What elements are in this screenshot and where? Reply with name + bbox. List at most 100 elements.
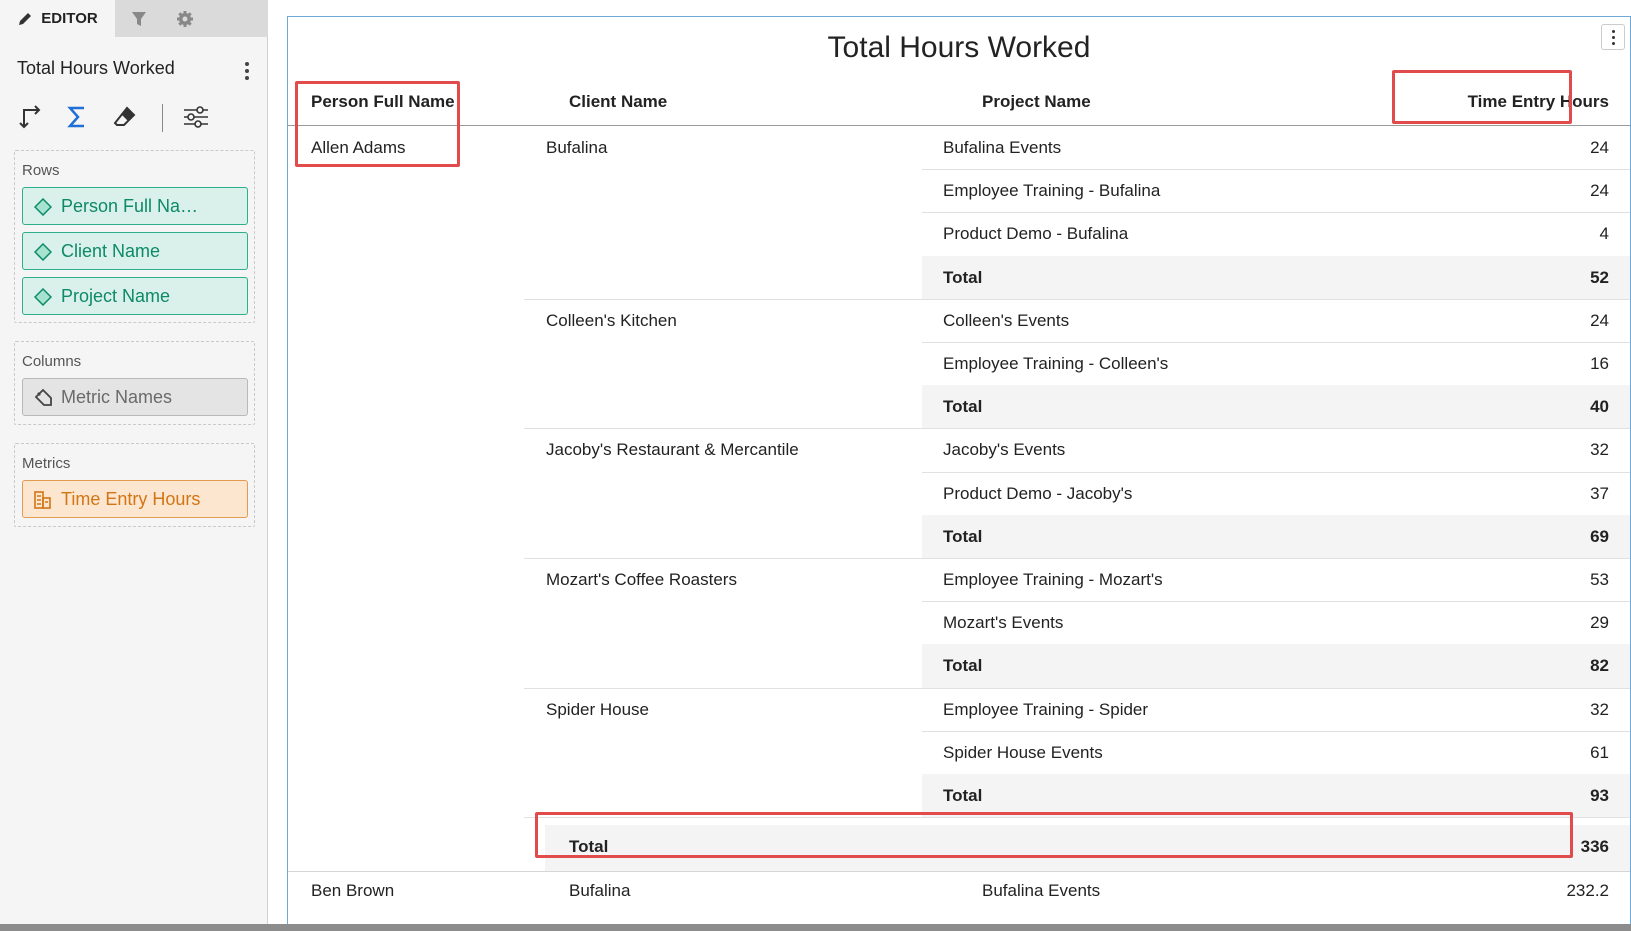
header-project-name[interactable]: Project Name [982,92,1091,112]
row-divider [922,169,1630,171]
editor-tabbar: EDITOR [0,0,268,37]
report-title: Total Hours Worked [827,31,1091,64]
row-pill-project-name[interactable]: Project Name [22,277,248,315]
tag-icon [33,388,53,408]
person-total-label: Total [569,837,609,856]
toolbar-divider [162,104,163,132]
sliders-icon[interactable] [180,100,212,134]
cell-client[interactable]: Jacoby's Restaurant & Mercantile [546,440,799,460]
row-divider [922,342,1630,343]
person-divider [288,871,1630,872]
subtotal-value: 93 [1590,786,1609,805]
cell-project[interactable]: Bufalina Events [943,138,1061,158]
cell-project[interactable]: Product Demo - Bufalina [943,224,1128,244]
row-pill-client-name[interactable]: Client Name [22,232,248,270]
filter-icon [130,10,148,28]
pill-label: Project Name [61,285,171,306]
sum-icon[interactable] [61,100,93,134]
editor-panel: EDITOR Total Hours Worked Rows Person Fu… [0,0,268,931]
cell-project[interactable]: Employee Training - Bufalina [943,181,1160,201]
pill-label: Person Full Na… [61,195,199,216]
cell-client[interactable]: Mozart's Coffee Roasters [546,570,737,590]
subtotal-value: 52 [1590,267,1609,287]
row-divider [922,212,1630,214]
person-total-value: 336 [1580,837,1609,856]
rows-label: Rows [22,162,60,179]
cell-project[interactable]: Jacoby's Events [943,440,1065,460]
header-divider [288,125,1630,126]
row-divider [922,601,1630,603]
cell-project[interactable]: Spider House Events [943,743,1103,763]
cell-hours[interactable]: 32 [1409,440,1609,460]
visualization-title[interactable]: Total Hours Worked [17,58,175,79]
subtotal-value: 40 [1590,397,1609,417]
report-canvas[interactable]: Total Hours Worked Person Full Name Clie… [287,16,1631,926]
column-pill-metric-names[interactable]: Metric Names [22,378,248,416]
header-client-name[interactable]: Client Name [569,92,667,112]
header-time-entry-hours[interactable]: Time Entry Hours [1409,92,1609,112]
rows-drop-zone[interactable]: Rows Person Full Na… Client Name Project… [14,150,255,323]
cell-hours[interactable]: 16 [1409,354,1609,374]
cell-hours[interactable]: 53 [1409,570,1609,590]
subtotal-label: Total [943,267,983,287]
bottom-edge [0,924,1631,931]
cell-hours[interactable]: 24 [1409,311,1609,331]
subtotal-label: Total [943,786,983,805]
cell-hours[interactable]: 4 [1409,224,1609,244]
cell-hours[interactable]: 24 [1409,181,1609,201]
editor-menu-icon[interactable] [240,60,254,82]
diamond-icon [33,242,53,262]
subtotal-label: Total [943,526,983,546]
cell-client-next[interactable]: Bufalina [569,881,630,901]
cell-project-next[interactable]: Bufalina Events [982,881,1100,901]
tab-editor-label: EDITOR [41,10,98,27]
pill-label: Client Name [61,240,161,261]
gear-icon [176,10,194,28]
cell-person[interactable]: Allen Adams [311,138,406,158]
cell-client[interactable]: Spider House [546,700,649,720]
row-divider [524,298,1630,300]
row-pill-person-full-name[interactable]: Person Full Na… [22,187,248,225]
metric-icon [33,490,53,510]
tab-filters[interactable] [117,0,161,37]
tab-settings[interactable] [163,0,207,37]
cell-hours[interactable]: 32 [1409,700,1609,720]
columns-label: Columns [22,353,82,370]
cell-person-next[interactable]: Ben Brown [311,881,394,901]
cell-project[interactable]: Employee Training - Colleen's [943,354,1168,374]
cell-project[interactable]: Employee Training - Mozart's [943,570,1163,590]
cell-project[interactable]: Mozart's Events [943,613,1063,633]
report-menu-icon[interactable] [1601,24,1625,50]
columns-drop-zone[interactable]: Columns Metric Names [14,341,255,425]
cell-client[interactable]: Colleen's Kitchen [546,311,677,331]
cell-project[interactable]: Product Demo - Jacoby's [943,484,1132,504]
pill-label: Time Entry Hours [61,488,201,509]
subtotal-value: 82 [1590,656,1609,676]
swap-axes-icon[interactable] [15,100,47,134]
subtotal-label: Total [943,397,983,417]
pencil-icon [17,11,33,27]
cell-hours-next[interactable]: 232.2 [1409,881,1609,901]
tab-editor[interactable]: EDITOR [0,0,115,37]
row-divider [922,730,1630,732]
metrics-drop-zone[interactable]: Metrics Time Entry Hours [14,443,255,527]
cell-hours[interactable]: 61 [1409,743,1609,763]
row-divider [922,471,1630,473]
metric-pill-time-entry-hours[interactable]: Time Entry Hours [22,480,248,518]
subtotal-label: Total [943,656,983,676]
header-person-full-name[interactable]: Person Full Name [311,92,455,112]
diamond-icon [33,197,53,217]
subtotal-value: 69 [1590,526,1609,546]
cell-hours[interactable]: 29 [1409,613,1609,633]
metrics-label: Metrics [22,455,71,472]
cell-project[interactable]: Colleen's Events [943,311,1069,331]
diamond-icon [33,287,53,307]
row-divider [524,817,1630,819]
cell-project[interactable]: Employee Training - Spider [943,700,1148,720]
cell-hours[interactable]: 37 [1409,484,1609,504]
row-divider [524,428,1630,430]
eraser-icon[interactable] [109,100,141,134]
cell-hours[interactable]: 24 [1409,138,1609,158]
pill-label: Metric Names [61,386,173,407]
cell-client[interactable]: Bufalina [546,138,607,158]
